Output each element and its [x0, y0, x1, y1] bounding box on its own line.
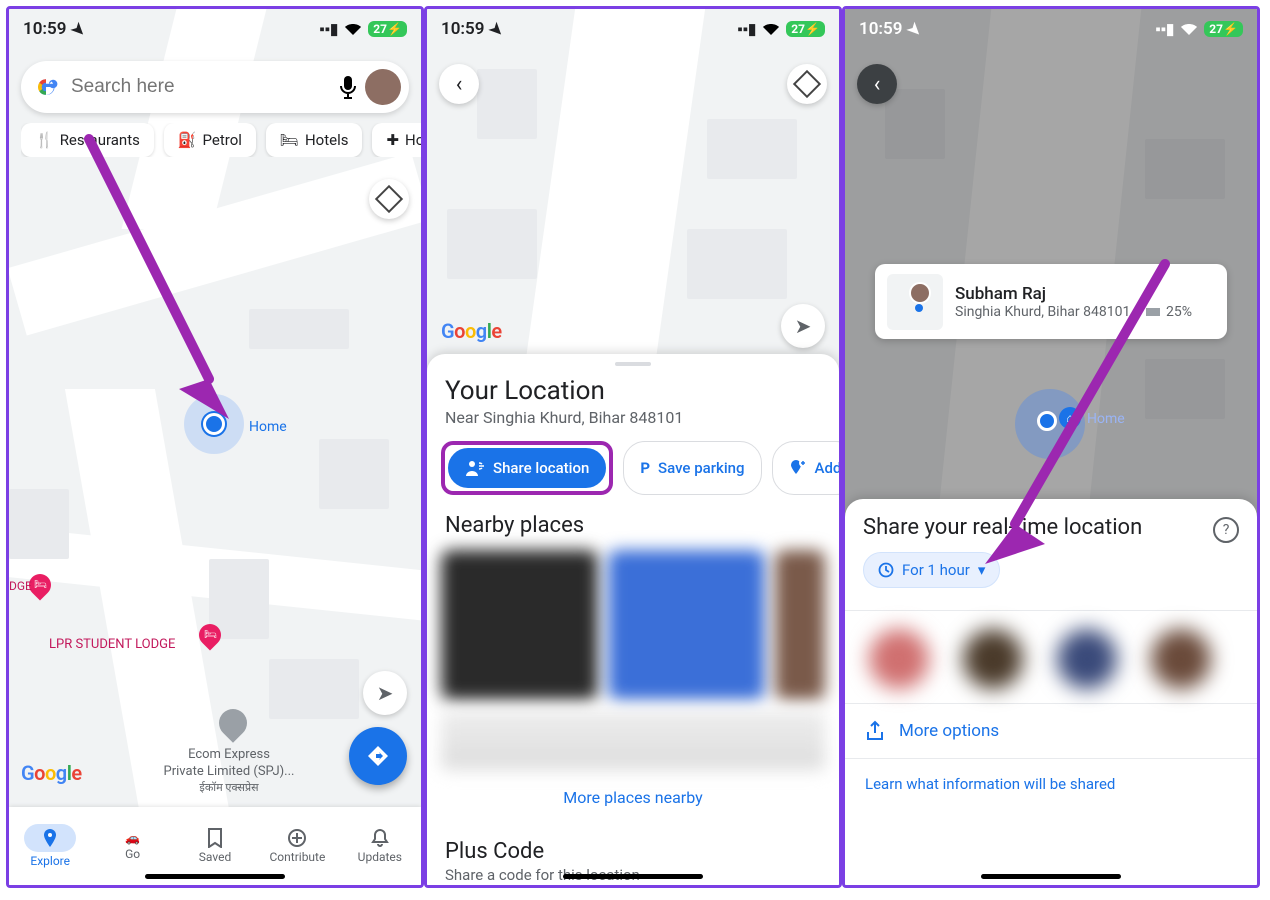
battery-badge: 27⚡	[368, 21, 407, 37]
home-indicator[interactable]	[145, 874, 285, 879]
nav-explore[interactable]: Explore	[9, 807, 91, 885]
learn-more-link[interactable]: Learn what information will be shared	[845, 759, 1257, 809]
directions-icon	[366, 744, 390, 768]
directions-fab[interactable]	[349, 727, 407, 785]
wifi-icon	[344, 22, 362, 36]
poi-lodge-1[interactable]: 🛏	[29, 574, 51, 596]
cellular-icon: ▪▪▮	[319, 20, 338, 38]
nearby-card[interactable]	[608, 550, 765, 700]
nearby-card-text	[441, 710, 825, 770]
add-pin-icon	[789, 459, 807, 477]
poi-lodge-2-label: LPR STUDENT LODGE	[49, 637, 175, 652]
search-bar[interactable]	[21, 61, 409, 113]
clock-icon	[878, 562, 894, 578]
navigation-arrow-icon: ➤	[377, 681, 394, 705]
google-logo: Google	[441, 319, 502, 343]
share-icon	[865, 720, 885, 742]
nav-updates[interactable]: Updates	[339, 807, 421, 885]
more-places-link[interactable]: More places nearby	[427, 780, 839, 825]
plus-icon: ✚	[386, 131, 399, 149]
bookmark-icon	[207, 828, 223, 848]
chevron-left-icon: ‹	[456, 72, 463, 97]
car-icon: 🚗	[125, 831, 140, 845]
annotation-arrow	[69, 129, 259, 429]
add-button[interactable]: Add	[772, 441, 839, 495]
chevron-left-icon: ‹	[874, 72, 881, 97]
wifi-icon	[1180, 22, 1198, 36]
search-input[interactable]	[69, 75, 331, 99]
person-share-icon	[465, 459, 485, 477]
location-services-icon: ➤	[904, 18, 927, 41]
action-pill-row: Share location PSave parking Add	[427, 441, 839, 495]
mic-icon[interactable]	[331, 75, 365, 99]
back-button[interactable]: ‹	[857, 64, 897, 104]
location-services-icon: ➤	[68, 18, 91, 41]
poi-business-label: Ecom Express Private Limited (SPJ)... ईक…	[144, 747, 314, 795]
battery-badge: 27⚡	[786, 21, 825, 37]
status-bar: 10:59➤ ▪▪▮ 27⚡	[9, 9, 421, 49]
clock-text: 10:59	[23, 19, 66, 39]
cellular-icon: ▪▪▮	[1155, 20, 1174, 38]
sheet-title: Your Location	[427, 370, 839, 408]
clock-text: 10:59	[859, 19, 902, 39]
save-parking-button[interactable]: PSave parking	[623, 441, 761, 495]
share-location-button[interactable]: Share location	[448, 448, 606, 488]
wifi-icon	[762, 22, 780, 36]
bell-icon	[371, 828, 389, 848]
chip-hotels[interactable]: 🛏Hotels	[266, 123, 363, 157]
location-services-icon: ➤	[486, 18, 509, 41]
nearby-places-grid	[427, 550, 839, 700]
back-button[interactable]: ‹	[439, 64, 479, 104]
contact-avatar[interactable]	[869, 629, 929, 689]
help-button[interactable]: ?	[1213, 517, 1239, 543]
layers-button[interactable]	[787, 64, 827, 104]
sheet-handle[interactable]	[615, 362, 651, 366]
poi-lodge-2[interactable]: 🛏	[199, 624, 221, 646]
minimap-thumbnail	[887, 274, 943, 330]
navigation-arrow-icon: ➤	[795, 314, 812, 338]
pin-icon	[40, 828, 60, 848]
contacts-row	[845, 610, 1257, 704]
google-logo: Google	[21, 761, 82, 785]
question-icon: ?	[1223, 522, 1230, 538]
annotation-arrow	[975, 254, 1185, 574]
status-bar: 10:59➤ ▪▪▮ 27⚡	[845, 9, 1257, 49]
recenter-button[interactable]: ➤	[363, 671, 407, 715]
parking-icon: P	[640, 459, 650, 477]
screen-1-maps-home: 10:59➤ ▪▪▮ 27⚡ 🍴Restaurants ⛽Petrol 🛏Hot…	[6, 6, 424, 888]
home-indicator[interactable]	[981, 874, 1121, 879]
plus-code-title: Plus Code	[427, 825, 839, 864]
home-indicator[interactable]	[563, 874, 703, 879]
nearby-card[interactable]	[441, 550, 598, 700]
poi-lodge-1-label: DGE	[9, 579, 32, 593]
layers-icon	[793, 70, 821, 98]
layers-button[interactable]	[369, 179, 409, 219]
contact-avatar[interactable]	[1151, 629, 1211, 689]
annotation-highlight: Share location	[441, 441, 613, 495]
recenter-button[interactable]: ➤	[781, 304, 825, 348]
plus-circle-icon	[287, 828, 307, 848]
contact-avatar[interactable]	[963, 629, 1023, 689]
battery-badge: 27⚡	[1204, 21, 1243, 37]
nearby-card[interactable]	[775, 550, 825, 700]
chip-hospitals[interactable]: ✚Hosp	[372, 123, 421, 157]
cellular-icon: ▪▪▮	[737, 20, 756, 38]
poi-business[interactable]	[219, 709, 247, 737]
sheet-subtitle: Near Singhia Khurd, Bihar 848101	[427, 408, 839, 441]
profile-avatar[interactable]	[365, 69, 401, 105]
layers-icon	[375, 185, 403, 213]
screen-3-share-realtime: ⌂ Home 10:59➤ ▪▪▮ 27⚡ ‹ Subham Raj Singh…	[842, 6, 1260, 888]
status-bar: 10:59➤ ▪▪▮ 27⚡	[427, 9, 839, 49]
contact-avatar[interactable]	[1057, 629, 1117, 689]
screen-2-your-location: 10:59➤ ▪▪▮ 27⚡ ‹ Google ➤ Your Location …	[424, 6, 842, 888]
utensils-icon: 🍴	[35, 131, 54, 149]
bed-icon: 🛏	[280, 131, 299, 149]
clock-text: 10:59	[441, 19, 484, 39]
more-options-row[interactable]: More options	[845, 704, 1257, 759]
location-sheet[interactable]: Your Location Near Singhia Khurd, Bihar …	[427, 354, 839, 885]
nearby-places-title: Nearby places	[427, 495, 839, 538]
google-icon	[33, 74, 59, 100]
